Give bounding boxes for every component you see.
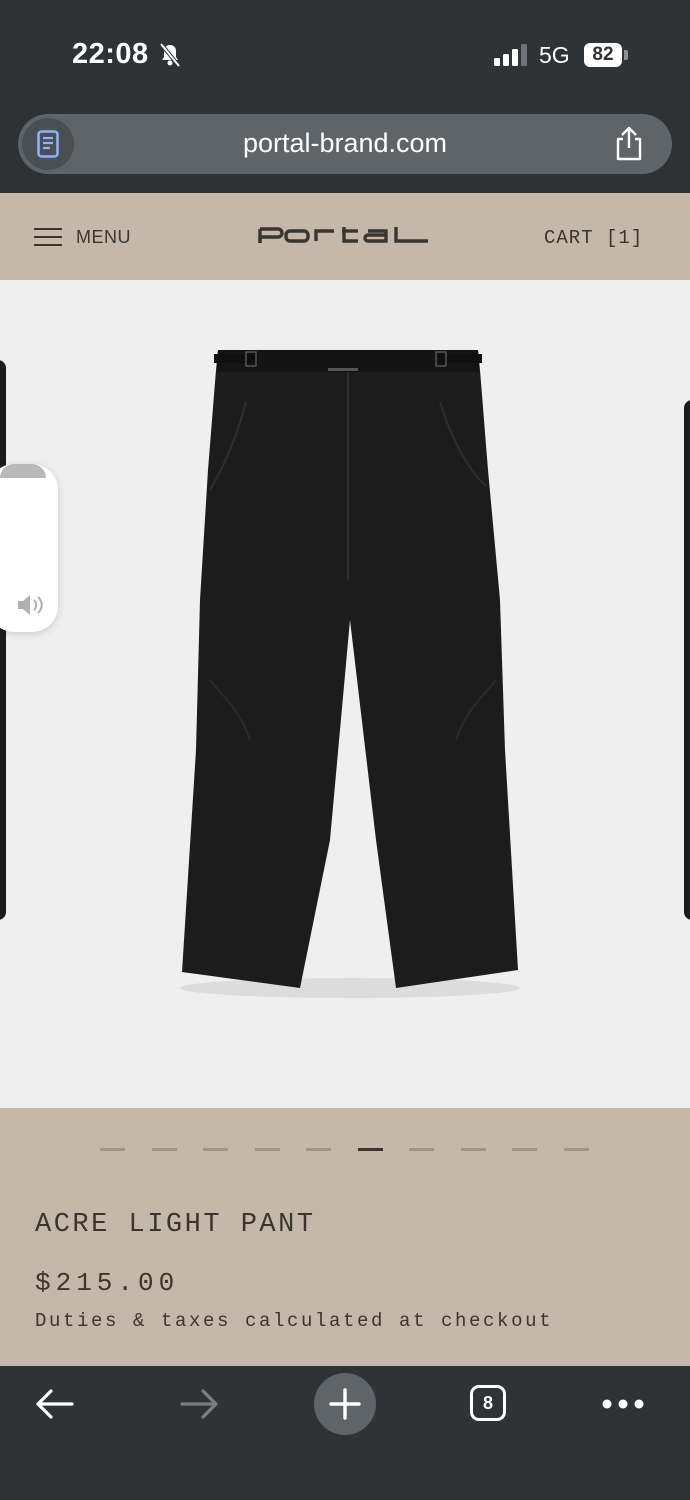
volume-indicator (0, 464, 58, 632)
hamburger-icon (34, 222, 62, 252)
pagination-dot-6[interactable] (357, 1148, 383, 1151)
back-arrow-icon[interactable] (34, 1388, 74, 1420)
product-image (180, 350, 520, 998)
pagination-dot-5[interactable] (306, 1148, 331, 1151)
more-icon[interactable] (602, 1398, 644, 1410)
product-name: ACRE LIGHT PANT (35, 1210, 316, 1240)
network-type: 5G (539, 42, 570, 68)
pagination-dot-9[interactable] (512, 1148, 537, 1151)
battery-level: 82 (584, 43, 622, 67)
signal-icon (494, 44, 527, 66)
pagination-dot-1[interactable] (100, 1148, 125, 1151)
pagination-dot-8[interactable] (460, 1148, 486, 1151)
product-image-gallery[interactable] (0, 280, 690, 1108)
plus-icon (329, 1388, 361, 1420)
battery-nub (624, 50, 628, 60)
volume-icon (18, 595, 43, 615)
pagination-dot-7[interactable] (409, 1148, 434, 1151)
taxes-note: Duties & taxes calculated at checkout (35, 1310, 554, 1332)
tabs-icon[interactable]: 8 (470, 1385, 506, 1421)
cart-link[interactable]: CART [1] (544, 227, 643, 249)
status-time: 22:08 (72, 38, 149, 70)
forward-arrow-icon[interactable] (180, 1388, 220, 1420)
browser-toolbar: 8 (0, 1366, 690, 1500)
status-bar: 22:08 5G 82 (0, 0, 690, 105)
pagination-dot-2[interactable] (151, 1148, 177, 1151)
share-icon[interactable] (614, 126, 644, 162)
new-tab-button[interactable] (314, 1373, 376, 1435)
volume-level (0, 464, 46, 478)
pagination-dot-10[interactable] (563, 1148, 589, 1151)
pagination-dot-3[interactable] (203, 1148, 228, 1151)
menu-label: MENU (76, 226, 131, 247)
pagination-dot-4[interactable] (254, 1148, 280, 1151)
url-text[interactable]: portal-brand.com (18, 128, 672, 159)
product-price: $215.00 (35, 1268, 180, 1298)
address-bar[interactable]: portal-brand.com (18, 114, 672, 174)
image-pagination[interactable] (100, 1148, 615, 1152)
menu-button[interactable]: MENU (34, 225, 131, 249)
portal-logo[interactable] (258, 223, 430, 247)
bell-slash-icon (159, 42, 181, 68)
product-info: ACRE LIGHT PANT $215.00 Duties & taxes c… (0, 1108, 690, 1366)
site-header: MENU CART [1] (0, 193, 690, 280)
